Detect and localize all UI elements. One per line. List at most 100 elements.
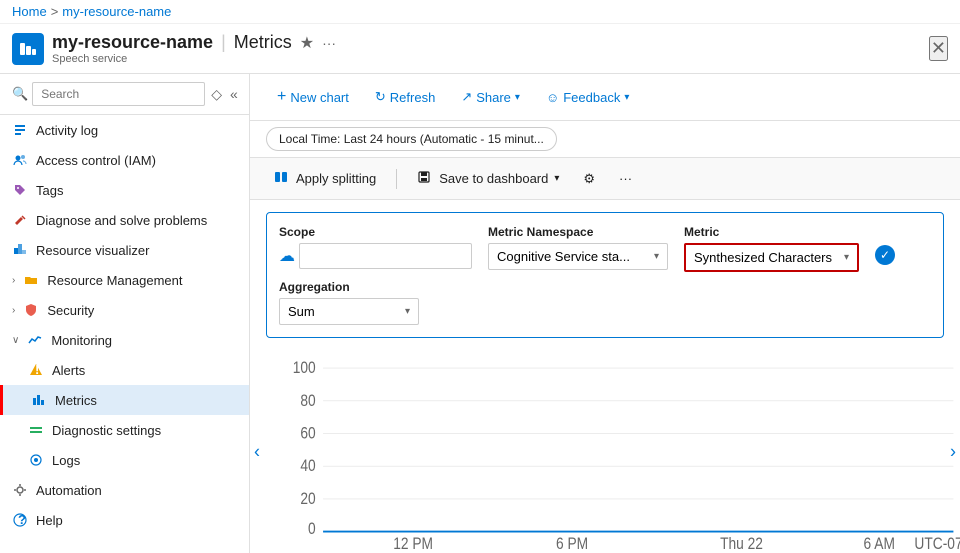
svg-text:!: !: [35, 363, 39, 377]
sidebar-item-label: Diagnose and solve problems: [36, 213, 207, 228]
breadcrumb-sep: >: [51, 4, 59, 19]
breadcrumb-home[interactable]: Home: [12, 4, 47, 19]
tag-icon: [12, 182, 28, 198]
feedback-icon: ☺: [546, 90, 559, 105]
sidebar-item-help[interactable]: ? Help: [0, 505, 249, 535]
metric-selector: Scope ☁ Metric Namespace Cognitive Servi…: [266, 212, 944, 338]
sidebar-item-label: Help: [36, 513, 63, 528]
sidebar-item-label: Diagnostic settings: [52, 423, 161, 438]
visualizer-icon: [12, 242, 28, 258]
sidebar-subitem-logs[interactable]: Logs: [0, 445, 249, 475]
breadcrumb: Home > my-resource-name: [0, 0, 960, 24]
refresh-button[interactable]: ↻ Refresh: [364, 83, 446, 111]
chart-nav-left-button[interactable]: ‹: [250, 437, 264, 466]
svg-text:12 PM: 12 PM: [393, 535, 433, 553]
scope-input[interactable]: [299, 243, 472, 269]
new-chart-button[interactable]: + New chart: [266, 82, 360, 112]
chart-nav-right-button[interactable]: ›: [946, 437, 960, 466]
namespace-select[interactable]: Cognitive Service sta... ▾: [488, 243, 668, 270]
star-button[interactable]: ★: [300, 33, 314, 53]
share-button[interactable]: ↗ Share ▾: [450, 83, 531, 111]
scope-label: Scope: [279, 225, 472, 239]
share-icon: ↗: [461, 89, 472, 105]
logs-icon: [28, 452, 44, 468]
chevron-right-icon: ›: [12, 305, 15, 316]
aggregation-dropdown-icon: ▾: [405, 306, 410, 317]
gear-button[interactable]: ⚙: [575, 167, 603, 191]
aggregation-field: Aggregation Sum ▾: [279, 280, 419, 325]
metric-label: Metric: [684, 225, 859, 239]
svg-text:6 AM: 6 AM: [864, 535, 895, 553]
toolbar: + New chart ↻ Refresh ↗ Share ▾ ☺ Feedba…: [250, 74, 960, 121]
resource-icon: [12, 33, 44, 65]
sidebar-item-monitoring[interactable]: ∨ Monitoring: [0, 325, 249, 355]
folder-icon: [23, 272, 39, 288]
metric-select[interactable]: Synthesized Characters ▾: [684, 243, 859, 272]
sidebar-item-activity-log[interactable]: Activity log: [0, 115, 249, 145]
aggregation-label: Aggregation: [279, 280, 419, 294]
chevron-down-icon: ∨: [12, 335, 19, 346]
aggregation-select[interactable]: Sum ▾: [279, 298, 419, 325]
sidebar-subitem-metrics[interactable]: Metrics: [0, 385, 249, 415]
metric-field: Metric Synthesized Characters ▾: [684, 225, 859, 272]
shield-icon: [23, 302, 39, 318]
tools-icon: [12, 212, 28, 228]
settings-icon: [28, 422, 44, 438]
ellipsis-icon: ···: [619, 171, 632, 186]
sidebar-item-access-control[interactable]: Access control (IAM): [0, 145, 249, 175]
more-options-button[interactable]: ···: [611, 167, 640, 190]
metric-dropdown-icon: ▾: [844, 252, 849, 263]
sidebar-item-label: Resource Management: [47, 273, 182, 288]
sidebar-collapse-icon[interactable]: ◇: [209, 84, 224, 105]
gear-icon: ⚙: [583, 171, 595, 187]
sidebar-item-label: Automation: [36, 483, 102, 498]
sidebar-item-diagnose[interactable]: Diagnose and solve problems: [0, 205, 249, 235]
sidebar-item-security[interactable]: › Security: [0, 295, 249, 325]
breadcrumb-resource[interactable]: my-resource-name: [62, 4, 171, 19]
sidebar-item-label: Resource visualizer: [36, 243, 149, 258]
sidebar-item-resource-visualizer[interactable]: Resource visualizer: [0, 235, 249, 265]
sidebar: 🔍 ◇ « Activity log Access control (IAM) …: [0, 74, 250, 553]
sidebar-item-label: Logs: [52, 453, 80, 468]
close-button[interactable]: ✕: [929, 36, 948, 61]
sidebar-item-tags[interactable]: Tags: [0, 175, 249, 205]
namespace-label: Metric Namespace: [488, 225, 668, 239]
chart-toolbar: Apply splitting Save to dashboard ▾ ⚙ ··…: [250, 158, 960, 200]
chart-svg: 100 80 60 40 20 0 12 PM: [286, 358, 960, 553]
svg-text:100: 100: [293, 359, 316, 377]
monitoring-icon: [27, 332, 43, 348]
sidebar-item-automation[interactable]: Automation: [0, 475, 249, 505]
chart-area: Apply splitting Save to dashboard ▾ ⚙ ··…: [250, 158, 960, 553]
apply-splitting-button[interactable]: Apply splitting: [266, 166, 384, 191]
time-selector-bar: Local Time: Last 24 hours (Automatic - 1…: [250, 121, 960, 158]
svg-text:6 PM: 6 PM: [556, 535, 588, 553]
time-selector-button[interactable]: Local Time: Last 24 hours (Automatic - 1…: [266, 127, 557, 151]
save-chevron-icon: ▾: [554, 173, 559, 184]
feedback-button[interactable]: ☺ Feedback ▾: [535, 84, 640, 111]
svg-text:60: 60: [300, 424, 315, 442]
feedback-chevron-icon: ▾: [624, 92, 629, 103]
page-title: Metrics: [234, 32, 292, 53]
sidebar-subitem-diagnostic-settings[interactable]: Diagnostic settings: [0, 415, 249, 445]
metric-value: Synthesized Characters: [694, 250, 832, 265]
namespace-dropdown-icon: ▾: [654, 251, 659, 262]
people-icon: [12, 152, 28, 168]
sidebar-item-label: Security: [47, 303, 94, 318]
share-chevron-icon: ▾: [515, 92, 520, 103]
sidebar-pin-icon[interactable]: «: [228, 84, 240, 104]
search-input[interactable]: [32, 82, 205, 106]
sidebar-item-label: Tags: [36, 183, 63, 198]
save-to-dashboard-button[interactable]: Save to dashboard ▾: [409, 166, 567, 191]
chart-container: ‹ › 100 80 60 40 20 0: [250, 350, 960, 553]
toolbar-separator: [396, 169, 397, 189]
more-button[interactable]: ···: [322, 35, 336, 51]
refresh-icon: ↻: [375, 89, 386, 105]
save-icon: [417, 170, 431, 187]
sidebar-item-label: Monitoring: [51, 333, 112, 348]
help-icon: ?: [12, 512, 28, 528]
sidebar-item-label: Alerts: [52, 363, 85, 378]
alert-icon: !: [28, 362, 44, 378]
sidebar-item-resource-management[interactable]: › Resource Management: [0, 265, 249, 295]
scope-field: Scope ☁: [279, 225, 472, 269]
sidebar-subitem-alerts[interactable]: ! Alerts: [0, 355, 249, 385]
